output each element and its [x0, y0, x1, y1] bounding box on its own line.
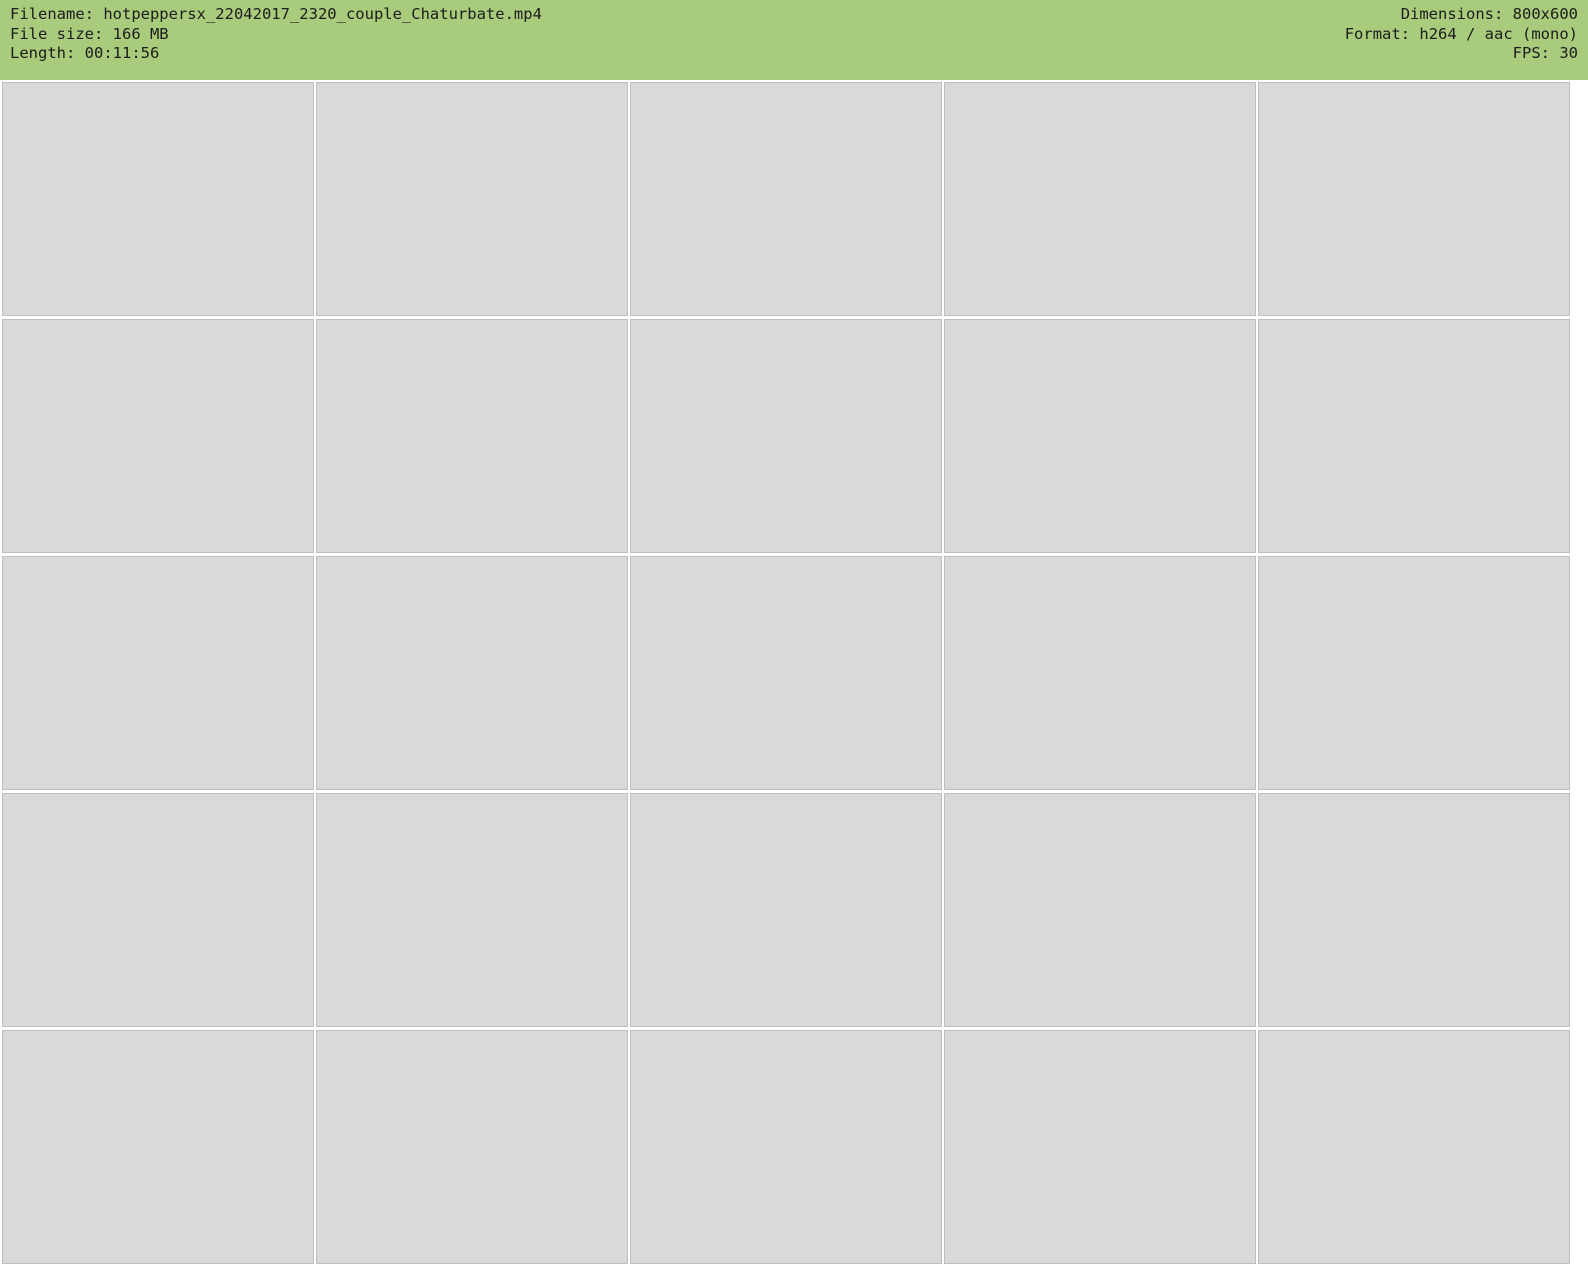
thumbnail-placeholder — [316, 793, 628, 1027]
thumbnail-grid — [0, 80, 1588, 1280]
thumbnail-placeholder — [1258, 1030, 1570, 1264]
dimensions-text: Dimensions: 800x600 — [1400, 5, 1578, 23]
filename-text: Filename: hotpeppersx_22042017_2320_coup… — [10, 5, 542, 23]
thumbnail-placeholder — [2, 319, 314, 553]
thumbnail-placeholder — [630, 1030, 942, 1264]
thumbnail-placeholder — [1258, 82, 1570, 316]
thumbnail-placeholder — [1258, 793, 1570, 1027]
length-text: Length: 00:11:56 — [10, 44, 160, 62]
thumbnail-placeholder — [944, 793, 1256, 1027]
thumbnail-placeholder — [2, 82, 314, 316]
thumbnail-placeholder — [944, 556, 1256, 790]
thumbnail-placeholder — [2, 793, 314, 1027]
format-text: Format: h264 / aac (mono) — [1344, 24, 1578, 43]
thumbnail-placeholder — [316, 82, 628, 316]
thumbnail-placeholder — [1258, 319, 1570, 553]
thumbnail-placeholder — [944, 1030, 1256, 1264]
filesize-text: File size: 166 MB — [10, 24, 169, 43]
thumbnail-placeholder — [316, 319, 628, 553]
thumbnail-placeholder — [630, 556, 942, 790]
thumbnail-placeholder — [2, 1030, 314, 1264]
thumbnail-placeholder — [630, 82, 942, 316]
thumbnail-placeholder — [2, 556, 314, 790]
thumbnail-placeholder — [944, 319, 1256, 553]
info-right-column: Dimensions: 800x600 Format: h264 / aac (… — [1345, 5, 1578, 64]
info-left-column: Filename: hotpeppersx_22042017_2320_coup… — [10, 5, 542, 64]
thumbnail-placeholder — [1258, 556, 1570, 790]
thumbnail-placeholder — [316, 1030, 628, 1264]
thumbnail-placeholder — [630, 793, 942, 1027]
info-header: Filename: hotpeppersx_22042017_2320_coup… — [0, 0, 1588, 80]
thumbnail-placeholder — [944, 82, 1256, 316]
thumbnail-placeholder — [630, 319, 942, 553]
fps-text: FPS: 30 — [1512, 44, 1578, 62]
thumbnail-placeholder — [316, 556, 628, 790]
